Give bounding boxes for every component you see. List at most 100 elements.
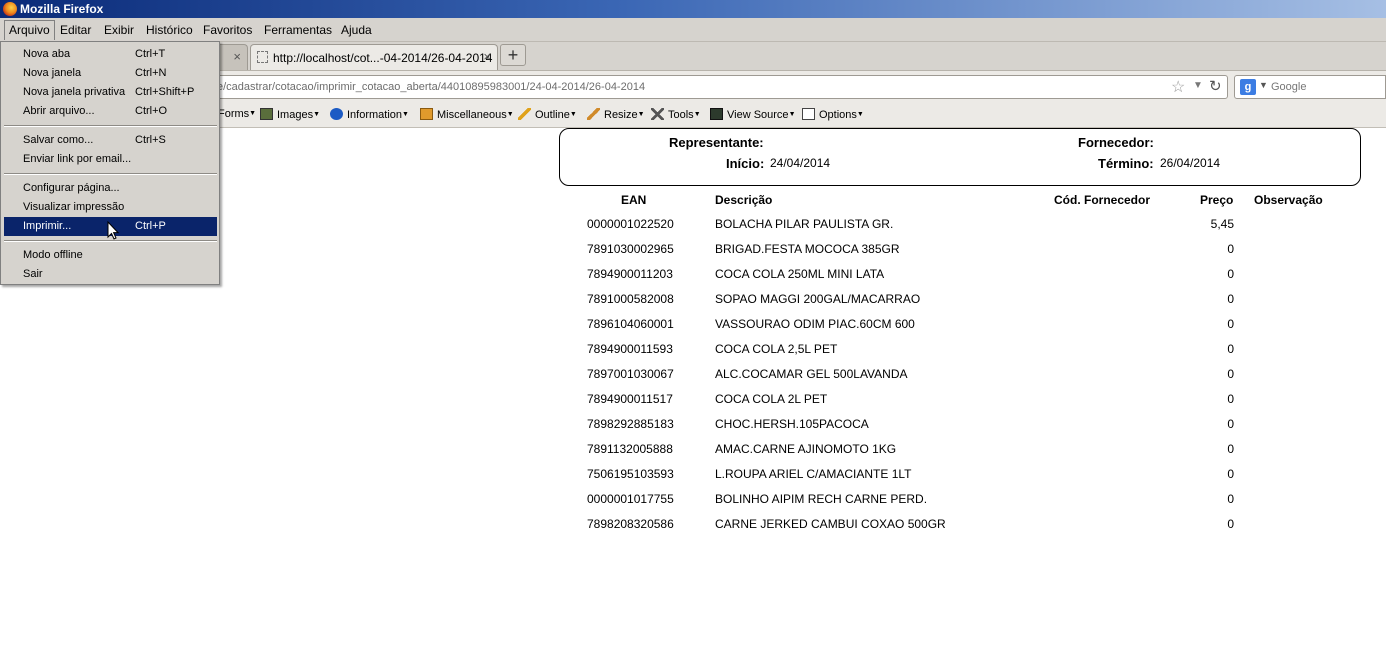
options-icon [802,108,815,120]
inicio-value: 24/04/2014 [770,156,831,170]
menu-arquivo[interactable]: Arquivo [4,20,55,40]
url-text[interactable]: e/cadastrar/cotacao/imprimir_cotacao_abe… [217,81,645,93]
cell-descricao: ALC.COCAMAR GEL 500LAVANDA [715,367,908,381]
cell-ean: 7894900011593 [587,342,673,356]
cell-descricao: SOPAO MAGGI 200GAL/MACARRAO [715,292,921,306]
table-row: 7891000582008 SOPAO MAGGI 200GAL/MACARRAO… [0,292,1386,317]
table-row: 0000001017755 BOLINHO AIPIM RECH CARNE PE… [0,492,1386,517]
browser-window: Mozilla Firefox Arquivo Editar Exibir Hi… [0,0,1386,657]
menu-editar[interactable]: Editar [56,22,95,39]
column-header-descricao: Descrição [715,193,773,207]
bookmark-star-icon[interactable]: ☆ [1171,77,1185,97]
menu-item-nova-janela[interactable]: Nova janela Ctrl+N [4,64,217,83]
google-engine-icon[interactable]: g [1240,79,1256,95]
reload-icon[interactable]: ↻ [1209,77,1222,95]
menu-item-configurar-pagina[interactable]: Configurar página... [4,179,217,198]
menu-separator [4,173,217,175]
menu-favoritos[interactable]: Favoritos [199,22,256,39]
devtool-options[interactable]: Options▼ [802,108,864,121]
information-icon [330,108,343,120]
menu-exibir[interactable]: Exibir [100,22,138,39]
cell-preco: 0 [1227,517,1234,531]
url-history-dropdown-icon[interactable]: ▼ [1193,80,1203,91]
cell-preco: 0 [1227,367,1234,381]
cell-descricao: BOLACHA PILAR PAULISTA GR. [715,217,894,231]
column-header-observacao: Observação [1254,193,1323,207]
column-header-preco: Preço [1200,193,1234,207]
miscellaneous-icon [420,108,433,120]
tab-close-icon[interactable]: × [483,49,491,64]
devtool-tools[interactable]: Tools▼ [651,108,701,121]
table-row: 7896104060001 VASSOURAO ODIM PIAC.60CM 60… [0,317,1386,342]
menu-historico[interactable]: Histórico [142,22,197,39]
images-icon [260,108,273,120]
tab-close-icon[interactable]: × [233,49,241,64]
menu-item-visualizar-impressao[interactable]: Visualizar impressão [4,198,217,217]
menu-item-modo-offline[interactable]: Modo offline [4,246,217,265]
menu-separator [4,125,217,127]
cell-preco: 0 [1227,392,1234,406]
cell-descricao: COCA COLA 250ML MINI LATA [715,267,885,281]
tab-active[interactable]: http://localhost/cot...-04-2014/26-04-20… [250,44,498,70]
search-engine-dropdown-icon[interactable]: ▼ [1259,80,1268,90]
cell-preco: 0 [1227,492,1234,506]
menu-item-nova-janela-privativa[interactable]: Nova janela privativa Ctrl+Shift+P [4,83,217,102]
view-source-icon [710,108,723,120]
cell-ean: 7506195103593 [587,467,674,481]
representante-label: Representante: [669,135,764,150]
devtool-resize[interactable]: Resize▼ [587,108,645,121]
cell-descricao: L.ROUPA ARIEL C/AMACIANTE 1LT [715,467,912,481]
cell-preco: 5,45 [1210,217,1234,231]
url-bar[interactable]: e/cadastrar/cotacao/imprimir_cotacao_abe… [160,75,1228,99]
devtool-images[interactable]: Images▼ [260,108,320,121]
devtool-miscellaneous[interactable]: Miscellaneous▼ [420,108,514,121]
search-placeholder[interactable]: Google [1271,81,1306,93]
fornecedor-label: Fornecedor: [1078,135,1154,150]
cell-ean: 0000001022520 [587,217,674,231]
resize-ruler-icon [587,108,600,120]
termino-value: 26/04/2014 [1160,156,1221,170]
menu-item-abrir-arquivo[interactable]: Abrir arquivo... Ctrl+O [4,102,217,121]
cell-ean: 7891030002965 [587,242,674,256]
table-row: 7898292885183 CHOC.HERSH.105PACOCA 0 [0,417,1386,442]
search-bar[interactable]: g ▼ Google [1234,75,1386,99]
menu-item-enviar-link[interactable]: Enviar link por email... [4,150,217,169]
cell-ean: 7894900011203 [587,267,673,281]
devtool-information[interactable]: Information▼ [330,108,409,121]
mouse-cursor-icon [107,221,119,240]
cell-preco: 0 [1227,417,1234,431]
file-menu-dropdown: Nova aba Ctrl+T Nova janela Ctrl+N Nova ja… [0,41,220,285]
devtool-view-source[interactable]: View Source▼ [710,108,796,121]
devtool-outline[interactable]: Outline▼ [518,108,577,121]
new-tab-button[interactable]: + [500,44,526,66]
cell-preco: 0 [1227,467,1234,481]
devtool-forms[interactable]: Forms▼ [218,108,256,120]
table-row: 7506195103593 L.ROUPA ARIEL C/AMACIANTE 1… [0,467,1386,492]
cell-preco: 0 [1227,342,1234,356]
cell-preco: 0 [1227,267,1234,281]
title-bar: Mozilla Firefox [0,0,1386,18]
column-header-cod-fornecedor: Cód. Fornecedor [1054,193,1151,207]
menu-bar: Arquivo Editar Exibir Histórico Favorito… [0,18,1386,42]
cell-descricao: CHOC.HERSH.105PACOCA [715,417,869,431]
cell-preco: 0 [1227,242,1234,256]
firefox-logo-icon [3,2,17,16]
tools-icon [651,108,664,120]
menu-ferramentas[interactable]: Ferramentas [260,22,336,39]
menu-item-salvar-como[interactable]: Salvar como... Ctrl+S [4,131,217,150]
cell-ean: 7897001030067 [587,367,674,381]
cell-ean: 7896104060001 [587,317,674,331]
tab-label: http://localhost/cot...-04-2014/26-04-20… [273,51,493,65]
inicio-label: Início: [726,156,765,171]
cell-descricao: BOLINHO AIPIM RECH CARNE PERD. [715,492,928,506]
menu-ajuda[interactable]: Ajuda [337,22,376,39]
cell-descricao: AMAC.CARNE AJINOMOTO 1KG [715,442,897,456]
menu-item-nova-aba[interactable]: Nova aba Ctrl+T [4,45,217,64]
cell-descricao: BRIGAD.FESTA MOCOCA 385GR [715,242,900,256]
cell-descricao: COCA COLA 2L PET [715,392,828,406]
column-header-ean: EAN [621,193,647,207]
cell-ean: 7898292885183 [587,417,674,431]
table-row: 7897001030067 ALC.COCAMAR GEL 500LAVANDA 0 [0,367,1386,392]
menu-item-sair[interactable]: Sair [4,265,217,284]
cell-preco: 0 [1227,292,1234,306]
